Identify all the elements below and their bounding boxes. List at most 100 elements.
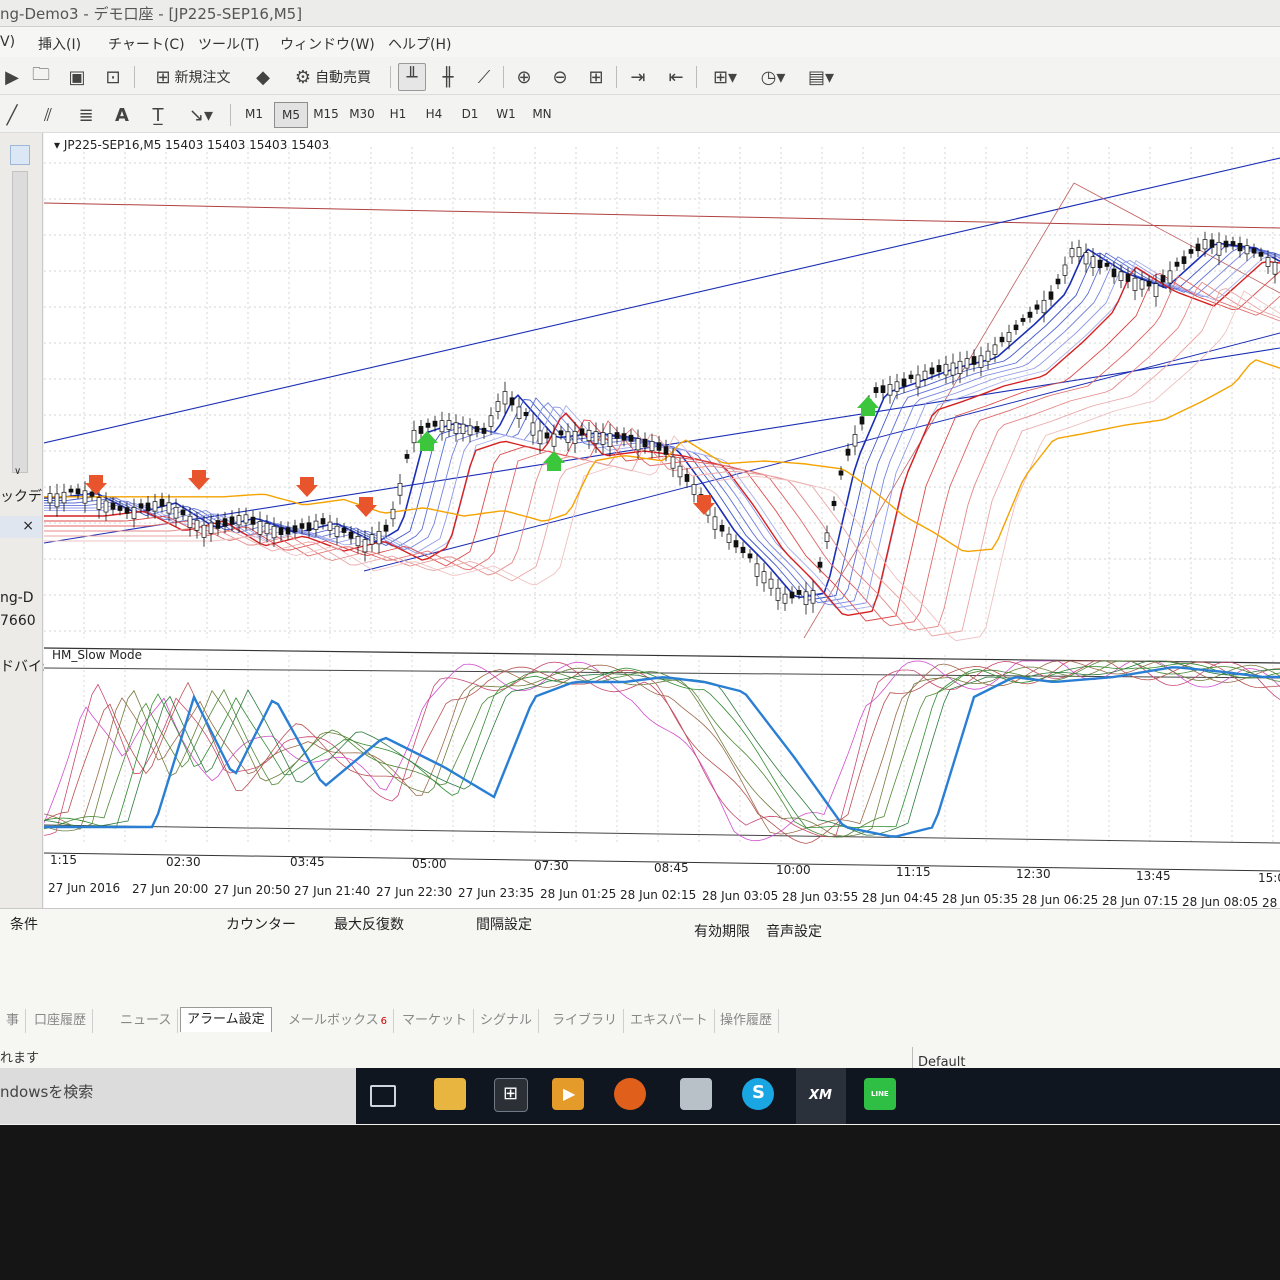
time-label: 05:00 xyxy=(412,857,447,871)
tab-account-history[interactable]: 口座履歴 xyxy=(28,1009,94,1033)
tf-m5[interactable]: M5 xyxy=(274,102,308,128)
candle-body xyxy=(348,531,354,539)
menu-help[interactable]: ヘルプ(H) xyxy=(388,34,451,54)
auto-trade-button[interactable]: ⚙ 自動売買 xyxy=(282,63,384,91)
tf-d1[interactable]: D1 xyxy=(454,102,486,126)
candle-body xyxy=(572,430,578,444)
candle-chart-icon[interactable]: ╫ xyxy=(434,63,462,91)
menu-view[interactable]: V) xyxy=(0,34,15,50)
candle-body xyxy=(369,534,375,545)
tab-journal[interactable]: 操作履歴 xyxy=(714,1009,780,1033)
meta-editor-icon[interactable]: ◆ xyxy=(248,63,278,91)
menu-window[interactable]: ウィンドウ(W) xyxy=(280,34,375,54)
navigator-close-icon[interactable] xyxy=(10,145,30,165)
tile-windows-icon[interactable]: ⊞ xyxy=(582,63,610,91)
candle-body xyxy=(1209,239,1215,248)
tf-m30[interactable]: M30 xyxy=(346,102,378,126)
templates-icon[interactable]: ▤▾ xyxy=(800,63,842,91)
close-icon[interactable]: × xyxy=(22,518,34,534)
new-order-icon: ⊞ xyxy=(155,66,171,88)
line-app-icon[interactable]: LINE xyxy=(864,1078,896,1110)
candle-body xyxy=(992,344,998,355)
col-condition[interactable]: 条件 xyxy=(10,914,38,934)
col-sound[interactable]: 音声設定 xyxy=(766,921,822,941)
tab-trade[interactable]: 事 xyxy=(0,1009,27,1033)
tf-h4[interactable]: H4 xyxy=(418,102,450,126)
fibo-tool-icon[interactable]: ≣ xyxy=(72,101,100,129)
candle-body xyxy=(180,509,186,516)
task-view-icon[interactable] xyxy=(370,1085,396,1107)
date-label: 28 Jun 02:15 xyxy=(620,888,697,902)
tab-signals[interactable]: シグナル xyxy=(474,1009,540,1033)
file-explorer-icon[interactable] xyxy=(434,1078,466,1110)
down-arrow-icon xyxy=(85,475,107,495)
candle-body xyxy=(635,438,641,451)
candle-body xyxy=(1104,262,1110,267)
candle-body xyxy=(929,367,935,375)
line-chart-icon[interactable]: ⟋ xyxy=(470,63,498,91)
tf-m1[interactable]: M1 xyxy=(238,102,270,126)
period-clock-icon[interactable]: ◷▾ xyxy=(752,63,794,91)
folder-icon[interactable]: 🗀 xyxy=(26,63,56,91)
candle-body xyxy=(551,433,557,447)
tab-experts[interactable]: エキスパート xyxy=(624,1009,715,1033)
media-player-icon[interactable]: ▶ xyxy=(552,1078,584,1110)
status-left-text: れます xyxy=(0,1051,40,1066)
store-icon[interactable]: ⊞ xyxy=(494,1078,528,1112)
tf-mn[interactable]: MN xyxy=(526,102,558,126)
col-max-repeat[interactable]: 最大反復数 xyxy=(334,914,404,934)
candle-body xyxy=(1251,248,1257,254)
zoom-in-icon[interactable]: ⊕ xyxy=(510,63,538,91)
tab-market[interactable]: マーケット xyxy=(396,1009,475,1033)
candle-body xyxy=(1069,248,1075,258)
candle-body xyxy=(1160,275,1166,283)
candle-body xyxy=(341,527,347,533)
zoom-out-icon[interactable]: ⊖ xyxy=(546,63,574,91)
text-label-icon[interactable]: T̲ xyxy=(144,101,172,129)
app-icon[interactable] xyxy=(680,1078,712,1110)
text-tool-icon[interactable]: A xyxy=(108,101,136,129)
new-order-button[interactable]: ⊞ 新規注文 xyxy=(142,63,244,91)
line-tool-icon[interactable]: ╱ xyxy=(0,101,24,129)
title-bar: ng-Demo3 - デモ口座 - [JP225-SEP16,M5] xyxy=(0,0,1280,27)
col-interval[interactable]: 間隔設定 xyxy=(476,914,532,934)
menu-tools[interactable]: ツール(T) xyxy=(198,34,259,54)
osc-level-low xyxy=(44,824,1280,844)
xm-icon[interactable]: XM xyxy=(796,1068,846,1124)
menu-chart[interactable]: チャート(C) xyxy=(108,34,185,54)
price-chart-svg[interactable] xyxy=(44,133,1280,908)
navigator-scrollbar[interactable] xyxy=(12,171,28,473)
tf-h1[interactable]: H1 xyxy=(382,102,414,126)
bar-chart-icon[interactable]: ╨ xyxy=(398,63,426,91)
indicators-icon[interactable]: ⊞▾ xyxy=(704,63,746,91)
chart-window[interactable]: ▾ JP225-SEP16,M5 15403 15403 15403 15403… xyxy=(44,133,1280,910)
candle-body xyxy=(502,391,508,405)
channel-tool-icon[interactable]: ⫽ xyxy=(34,101,62,129)
candle-body xyxy=(1181,256,1187,264)
firefox-icon[interactable] xyxy=(614,1078,646,1110)
candle-body xyxy=(740,546,746,554)
arrows-tool-icon[interactable]: ↘▾ xyxy=(180,101,222,129)
auto-scroll-icon[interactable]: ⇥ xyxy=(624,63,652,91)
window-icon[interactable]: ▣ xyxy=(62,63,92,91)
zoom-page-icon[interactable]: ⊡ xyxy=(98,63,128,91)
tf-m15[interactable]: M15 xyxy=(310,102,342,126)
scroll-down-icon[interactable]: ∨ xyxy=(14,466,21,477)
tab-alerts[interactable]: アラーム設定 xyxy=(180,1007,272,1032)
col-counter[interactable]: カウンター xyxy=(226,914,296,934)
menu-insert[interactable]: 挿入(I) xyxy=(38,34,81,54)
tab-news[interactable]: ニュース xyxy=(114,1009,179,1033)
arrow-icon[interactable]: ▶ xyxy=(0,63,24,91)
tf-w1[interactable]: W1 xyxy=(490,102,522,126)
col-expiry[interactable]: 有効期限 xyxy=(694,921,750,941)
down-arrow-icon xyxy=(693,495,715,515)
tab-mailbox[interactable]: メールボックス 6 xyxy=(282,1009,394,1033)
candle-body xyxy=(320,518,326,525)
date-label: 27 Jun 21:40 xyxy=(294,884,371,898)
skype-icon[interactable]: S xyxy=(742,1078,774,1110)
candle-body xyxy=(656,442,662,451)
candle-body xyxy=(1048,291,1054,300)
windows-search-box[interactable]: ndowsを検索 xyxy=(0,1068,356,1124)
tab-library[interactable]: ライブラリ xyxy=(546,1009,625,1033)
chart-shift-icon[interactable]: ⇤ xyxy=(662,63,690,91)
